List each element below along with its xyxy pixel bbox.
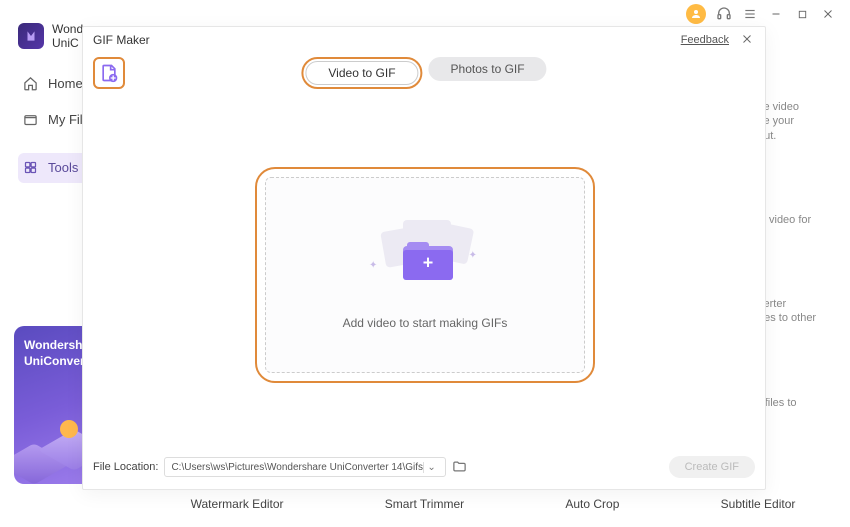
folder-illustration: ✦ ✦ + [365, 220, 485, 300]
tool-trimmer[interactable]: Smart Trimmer [385, 497, 464, 521]
tool-subtitle[interactable]: Subtitle Editor [721, 497, 796, 521]
sidebar-item-label: Home [48, 76, 83, 91]
minimize-button[interactable] [768, 6, 784, 22]
dropzone-highlight: ✦ ✦ + Add video to start making GIFs [255, 167, 595, 383]
mode-tabs: Video to GIF Photos to GIF [301, 57, 546, 89]
gif-maker-modal: GIF Maker Feedback Video to GIF Photos t… [82, 26, 766, 490]
tools-icon [22, 160, 38, 176]
sidebar-item-label: Tools [48, 160, 78, 175]
file-location-field[interactable]: C:\Users\ws\Pictures\Wondershare UniConv… [164, 457, 446, 477]
browse-folder-button[interactable] [452, 459, 468, 475]
dropzone-text: Add video to start making GIFs [343, 316, 508, 330]
file-plus-icon [99, 63, 119, 83]
add-video-dropzone[interactable]: ✦ ✦ + Add video to start making GIFs [265, 177, 585, 373]
create-gif-button[interactable]: Create GIF [669, 456, 755, 478]
file-location-value: C:\Users\ws\Pictures\Wondershare UniConv… [171, 462, 423, 473]
home-icon [22, 76, 38, 92]
tool-autocrop[interactable]: Auto Crop [565, 497, 619, 521]
add-file-button[interactable] [93, 57, 125, 89]
tool-watermark[interactable]: Watermark Editor [191, 497, 284, 521]
maximize-button[interactable] [794, 6, 810, 22]
modal-footer: File Location: C:\Users\ws\Pictures\Wond… [93, 455, 755, 479]
close-window-button[interactable] [820, 6, 836, 22]
modal-header: GIF Maker Feedback [83, 27, 765, 53]
file-location-label: File Location: [93, 461, 158, 473]
menu-icon[interactable] [742, 6, 758, 22]
folder-plus-icon: + [403, 242, 453, 280]
tab-photos-to-gif[interactable]: Photos to GIF [429, 57, 547, 81]
chevron-down-icon[interactable]: ⌄ [423, 462, 439, 473]
tab-video-to-gif[interactable]: Video to GIF [305, 61, 418, 85]
modal-title: GIF Maker [93, 33, 150, 47]
close-icon[interactable] [741, 33, 755, 47]
headset-icon[interactable] [716, 6, 732, 22]
background-hints: se video ke your out. D video for verter… [758, 100, 838, 480]
bottom-tool-strip: Watermark Editor Smart Trimmer Auto Crop… [140, 497, 846, 521]
feedback-link[interactable]: Feedback [681, 34, 729, 46]
titlebar [672, 0, 850, 28]
account-avatar[interactable] [686, 4, 706, 24]
files-icon [22, 112, 38, 128]
logo-mark [18, 23, 44, 49]
sidebar-item-label: My Fil [48, 112, 83, 127]
